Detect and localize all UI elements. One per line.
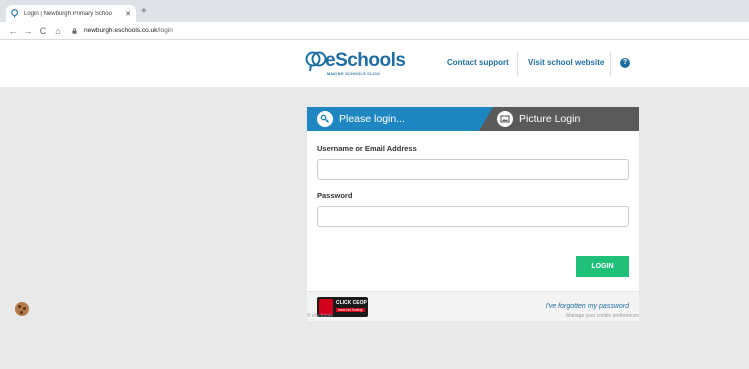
logo-brand-text: eSchools <box>325 50 406 71</box>
ceop-label: CLICK CEOP <box>336 300 367 306</box>
eschools-favicon-icon <box>11 9 19 18</box>
lock-icon <box>72 27 77 34</box>
back-button[interactable]: ← <box>6 26 20 36</box>
tab-picture-login-label: Picture Login <box>519 113 581 125</box>
tab-title: Login | Newburgh Primary Schoo <box>24 10 112 17</box>
header-divider <box>610 52 611 76</box>
logo-tagline: MAKING SCHOOLS CLICK <box>327 72 381 76</box>
login-button[interactable]: LOGIN <box>576 256 629 277</box>
forgot-password-link[interactable]: I've forgotten my password <box>546 303 629 310</box>
copyright-text: © eSchools <box>307 313 333 319</box>
new-tab-button[interactable]: + <box>141 6 147 17</box>
visit-school-website-link[interactable]: Visit school website <box>528 58 604 67</box>
password-label: Password <box>317 191 353 200</box>
browser-toolbar: ← → C ⌂ newburgh.eschools.co.uk/login <box>0 22 749 40</box>
eschools-logo-icon <box>305 51 327 72</box>
tab-picture-login[interactable]: Picture Login <box>497 107 580 131</box>
login-form: Username or Email Address Password LOGIN <box>307 131 639 291</box>
home-button[interactable]: ⌂ <box>51 26 65 36</box>
reload-button[interactable]: C <box>36 26 50 36</box>
forward-button[interactable]: → <box>21 26 35 36</box>
contact-support-link[interactable]: Contact support <box>447 58 509 67</box>
key-icon <box>317 111 333 127</box>
login-panel: Please login... Picture Login Username o… <box>307 107 639 321</box>
username-label: Username or Email Address <box>317 144 417 153</box>
picture-icon <box>497 111 513 127</box>
site-header: eSchools MAKING SCHOOLS CLICK Contact su… <box>0 40 749 87</box>
tab-please-login-label: Please login... <box>339 113 405 125</box>
tab-please-login[interactable]: Please login... <box>307 107 493 131</box>
cookie-preferences-link[interactable]: Manage your cookie preferences <box>566 313 639 319</box>
password-input[interactable] <box>317 206 629 227</box>
username-input[interactable] <box>317 159 629 180</box>
header-divider <box>517 52 518 76</box>
url-path: /login <box>157 27 173 34</box>
url-host: newburgh.eschools.co.uk <box>84 27 158 34</box>
tab-close-icon[interactable]: ✕ <box>125 10 131 18</box>
help-icon[interactable]: ? <box>620 58 630 68</box>
eschools-logo[interactable]: eSchools MAKING SCHOOLS CLICK <box>305 49 406 79</box>
browser-tab-bar: Login | Newburgh Primary Schoo ✕ + <box>0 0 749 22</box>
address-bar[interactable]: newburgh.eschools.co.uk/login <box>72 27 173 34</box>
login-tabs: Please login... Picture Login <box>307 107 639 131</box>
cookie-icon[interactable] <box>15 302 29 316</box>
ceop-sublabel: Internet Safety <box>336 308 365 312</box>
browser-tab[interactable]: Login | Newburgh Primary Schoo ✕ <box>6 5 136 22</box>
